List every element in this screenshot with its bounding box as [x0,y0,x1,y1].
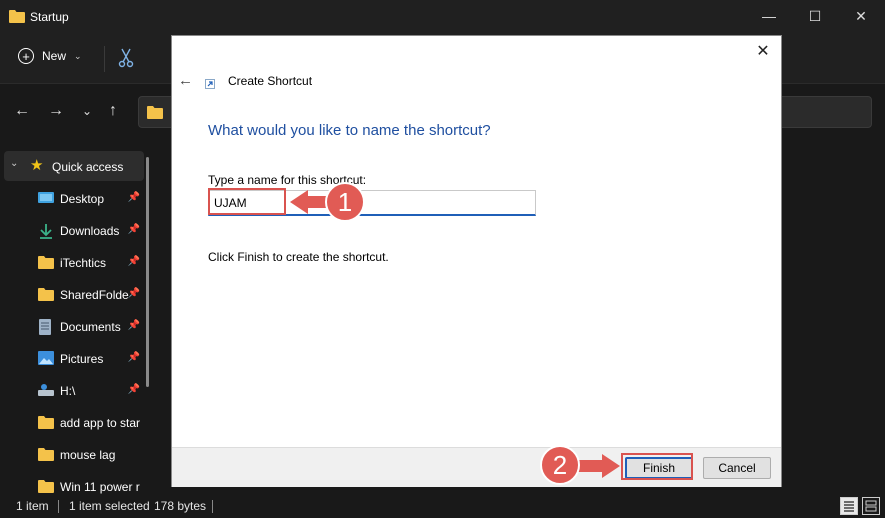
dialog-close-button[interactable]: ✕ [753,41,773,61]
forward-button[interactable]: → [48,102,64,120]
step-2-badge: 2 [540,445,580,485]
sidebar-item-itechtics[interactable]: iTechtics 📌 [4,247,144,277]
cancel-button[interactable]: Cancel [703,457,771,479]
up-button[interactable]: ↑ [109,102,117,120]
folder-icon [147,105,163,122]
pin-icon: 📌 [127,192,140,203]
sidebar-item-label: Pictures [60,352,104,366]
input-highlight-box [208,188,286,215]
tiles-view-button[interactable] [862,497,880,515]
arrow-right-annotation-icon [578,454,620,478]
pin-icon: 📌 [127,224,140,235]
selected-size: 178 bytes [154,499,207,513]
sidebar-item-label: iTechtics [60,256,107,270]
pin-icon: 📌 [127,288,140,299]
toolbar-divider [104,46,105,72]
sidebar-item-label: Downloads [60,224,120,238]
sidebar-scrollbar[interactable] [146,157,149,387]
drive-icon [38,383,54,397]
close-icon: ✕ [855,7,867,24]
folder-icon [38,415,54,429]
sidebar-item-label: SharedFolde [60,288,129,302]
sidebar-item-label: mouse lag [60,448,116,462]
pin-icon: 📌 [127,320,140,331]
folder-icon [38,287,54,301]
sidebar-item-desktop[interactable]: Desktop 📌 [4,183,144,213]
close-window-button[interactable]: ✕ [838,0,884,32]
sidebar-item-label: Documents [60,320,121,334]
window-title: Startup [30,10,69,24]
sidebar-item-label: Quick access [52,160,124,174]
dialog-back-button[interactable]: ← [178,72,193,89]
pin-icon: 📌 [127,352,140,363]
sidebar-item-documents[interactable]: Documents 📌 [4,311,144,341]
sidebar-item-win11-power[interactable]: Win 11 power r [4,471,144,494]
status-divider [58,500,59,513]
plus-icon: + [18,48,34,64]
folder-icon [38,447,54,461]
sidebar-item-label: Win 11 power r [60,480,140,494]
folder-icon [38,479,54,493]
new-button[interactable]: + New ⌄ [18,48,82,64]
sidebar-item-label: add app to star [60,416,141,430]
sidebar-item-label: H:\ [60,384,76,398]
pictures-icon [38,351,54,365]
document-icon [38,319,54,335]
navigation-pane: ⌄ ★ Quick access Desktop 📌 Downloads 📌 i… [0,148,153,494]
selected-count: 1 item selected [69,499,150,513]
shortcut-icon [205,78,215,89]
dialog-title: Create Shortcut [228,74,313,88]
status-bar: 1 item 1 item selected 178 bytes [0,494,885,518]
sidebar-item-h-drive[interactable]: H:\ 📌 [4,375,144,405]
scissors-icon [118,48,134,68]
pin-icon: 📌 [127,256,140,267]
sidebar-item-pictures[interactable]: Pictures 📌 [4,343,144,373]
sidebar-item-quick-access[interactable]: ⌄ ★ Quick access [4,151,144,181]
create-shortcut-dialog: ✕ ← Create Shortcut What would you like … [171,35,782,487]
sidebar-item-downloads[interactable]: Downloads 📌 [4,215,144,245]
status-divider [212,500,213,513]
explorer-titlebar: Startup — ☐ ✕ [0,0,885,34]
sidebar-item-add-app-to-startup[interactable]: add app to star [4,407,144,437]
pin-icon: 📌 [127,384,140,395]
details-view-icon [844,501,854,512]
folder-icon [9,9,25,26]
new-button-label: New [42,49,67,63]
minimize-button[interactable]: — [746,0,792,32]
maximize-icon: ☐ [808,7,822,24]
cut-button[interactable] [117,48,135,71]
dialog-heading: What would you like to name the shortcut… [208,122,491,139]
back-button[interactable]: ← [14,102,30,120]
finish-highlight-box [621,453,693,480]
desktop-icon [38,191,54,205]
sidebar-item-sharedfolder[interactable]: SharedFolde 📌 [4,279,144,309]
chevron-down-icon[interactable]: ⌄ [10,158,18,169]
recent-locations-button[interactable]: ⌄ [82,104,92,118]
details-view-button[interactable] [840,497,858,515]
download-icon [38,223,54,239]
sidebar-item-mouse-lag[interactable]: mouse lag [4,439,144,469]
chevron-down-icon: ⌄ [74,50,82,61]
finish-hint-text: Click Finish to create the shortcut. [208,250,389,264]
maximize-button[interactable]: ☐ [792,0,838,32]
step-1-badge: 1 [325,182,365,222]
star-icon: ★ [30,157,44,174]
sidebar-item-label: Desktop [60,192,105,206]
tiles-view-icon [865,500,877,512]
item-count: 1 item [16,499,49,513]
minimize-icon: — [762,8,776,24]
folder-icon [38,255,54,269]
